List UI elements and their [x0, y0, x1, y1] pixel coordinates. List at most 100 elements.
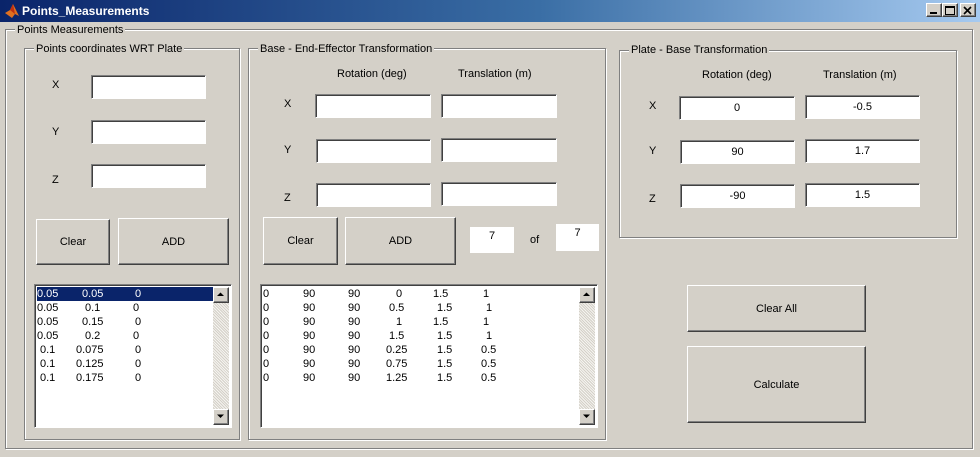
list-cell: 90	[303, 330, 316, 342]
list-item[interactable]: 0 90 90 0.75 1.5 0.5	[263, 357, 579, 371]
list-cell: 0	[133, 330, 140, 342]
list-cell: 0.75	[386, 358, 408, 370]
base-ee-list[interactable]: 0 90 90 0 1.5 1 0 90 90 0.5 1.5 1 0 90 9…	[260, 284, 598, 428]
points-add-button[interactable]: ADD	[118, 218, 229, 265]
plate-base-trans-y-input[interactable]	[805, 139, 920, 163]
title-bar[interactable]: Points_Measurements	[0, 0, 980, 22]
base-ee-add-button[interactable]: ADD	[345, 217, 456, 265]
plate-base-x-label: X	[649, 100, 657, 112]
base-ee-title: Base - End-Effector Transformation	[258, 43, 435, 55]
arrow-up-icon	[217, 292, 224, 296]
list-item[interactable]: 0.05 0.15 0	[37, 315, 213, 329]
base-ee-rot-z-input[interactable]	[316, 183, 431, 207]
base-ee-trans-x-input[interactable]	[441, 94, 557, 118]
list-cell: 0.5	[389, 302, 405, 314]
list-item[interactable]: 0 90 90 1 1.5 1	[263, 315, 579, 329]
list-cell: 0.075	[76, 344, 104, 356]
base-ee-clear-button[interactable]: Clear	[263, 217, 338, 265]
list-item[interactable]: 0 90 90 0 1.5 1	[263, 287, 579, 301]
scroll-up-button[interactable]	[579, 287, 595, 303]
list-cell: 1.5	[437, 330, 453, 342]
point-x-label: X	[52, 79, 60, 91]
base-ee-x-label: X	[284, 98, 292, 110]
counter-of-label: of	[530, 234, 540, 246]
close-icon	[963, 6, 972, 15]
point-x-input[interactable]	[91, 75, 206, 99]
list-item[interactable]: 0.05 0.05 0	[37, 287, 213, 301]
plate-base-y-label: Y	[649, 145, 657, 157]
list-cell: 0.1	[85, 302, 101, 314]
list-cell: 90	[303, 344, 316, 356]
scroll-down-button[interactable]	[213, 409, 229, 425]
points-clear-button[interactable]: Clear	[36, 219, 110, 265]
current-index-field: 7	[470, 227, 514, 253]
list-cell: 0	[135, 288, 142, 300]
list-item[interactable]: 0.05 0.1 0	[37, 301, 213, 315]
matlab-icon	[5, 4, 19, 18]
list-item[interactable]: 0 90 90 1.25 1.5 0.5	[263, 371, 579, 385]
list-cell: 0.1	[40, 358, 56, 370]
list-cell: 0.175	[76, 372, 104, 384]
point-z-input[interactable]	[91, 164, 206, 188]
points-coordinates-title: Points coordinates WRT Plate	[34, 43, 185, 55]
calculate-button[interactable]: Calculate	[687, 346, 866, 423]
list-cell: 90	[303, 288, 316, 300]
arrow-down-icon	[217, 414, 224, 418]
list-cell: 0	[135, 344, 142, 356]
list-cell: 1.5	[437, 302, 453, 314]
clear-all-button[interactable]: Clear All	[687, 285, 866, 332]
list-cell: 0.05	[82, 288, 104, 300]
base-ee-translation-header: Translation (m)	[458, 68, 532, 80]
base-ee-rot-x-input[interactable]	[315, 94, 431, 118]
plate-base-rot-y-input[interactable]	[680, 140, 795, 164]
plate-base-rotation-header: Rotation (deg)	[702, 69, 772, 81]
list-cell: 0.05	[37, 316, 59, 328]
list-cell: 1	[486, 302, 493, 314]
scroll-up-button[interactable]	[213, 287, 229, 303]
list-cell: 0.5	[481, 344, 497, 356]
list-cell: 0.1	[40, 344, 56, 356]
maximize-button[interactable]	[942, 3, 958, 17]
minimize-button[interactable]	[926, 3, 942, 17]
list-cell: 0.05	[37, 288, 59, 300]
list-item[interactable]: 0 90 90 1.5 1.5 1	[263, 329, 579, 343]
list-cell: 1	[396, 316, 403, 328]
window-title: Points_Measurements	[22, 4, 150, 18]
base-ee-rot-y-input[interactable]	[316, 139, 431, 163]
base-ee-rotation-header: Rotation (deg)	[337, 68, 407, 80]
list-cell: 0	[263, 302, 270, 314]
list-item[interactable]: 0.1 0.075 0	[37, 343, 213, 357]
points-list-scrollbar[interactable]	[213, 287, 229, 425]
base-ee-trans-z-input[interactable]	[441, 182, 557, 206]
list-cell: 0	[263, 372, 270, 384]
list-item[interactable]: 0.1 0.175 0	[37, 371, 213, 385]
list-cell: 90	[303, 302, 316, 314]
list-cell: 0	[135, 316, 142, 328]
points-list[interactable]: 0.05 0.05 0 0.05 0.1 0 0.05 0.15 0 0.05 …	[34, 284, 232, 428]
list-cell: 1.5	[389, 330, 405, 342]
point-y-label: Y	[52, 126, 60, 138]
scroll-down-button[interactable]	[579, 409, 595, 425]
base-ee-trans-y-input[interactable]	[441, 138, 557, 162]
plate-base-rot-x-input[interactable]	[679, 96, 795, 120]
list-cell: 1.5	[437, 372, 453, 384]
base-ee-list-scrollbar[interactable]	[579, 287, 595, 425]
list-cell: 0	[263, 288, 270, 300]
arrow-down-icon	[583, 414, 590, 418]
list-cell: 90	[348, 372, 361, 384]
list-cell: 90	[303, 372, 316, 384]
list-item[interactable]: 0 90 90 0.25 1.5 0.5	[263, 343, 579, 357]
list-item[interactable]: 0.1 0.125 0	[37, 357, 213, 371]
list-cell: 1.5	[433, 316, 449, 328]
close-button[interactable]	[960, 3, 976, 17]
list-item[interactable]: 0 90 90 0.5 1.5 1	[263, 301, 579, 315]
total-count-field: 7	[556, 224, 599, 251]
base-ee-y-label: Y	[284, 144, 292, 156]
plate-base-trans-x-input[interactable]	[805, 95, 920, 119]
point-y-input[interactable]	[91, 120, 206, 144]
list-item[interactable]: 0.05 0.2 0	[37, 329, 213, 343]
plate-base-trans-z-input[interactable]	[805, 183, 920, 207]
list-cell: 0	[263, 344, 270, 356]
plate-base-rot-z-input[interactable]	[680, 184, 795, 208]
list-cell: 0.25	[386, 344, 408, 356]
